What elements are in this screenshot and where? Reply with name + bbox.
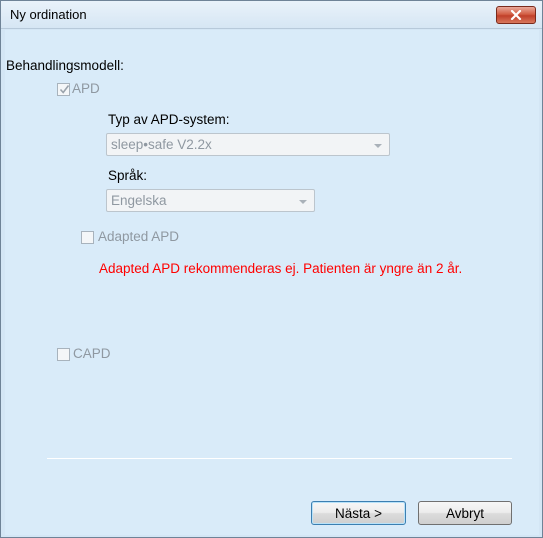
language-value: Engelska	[111, 193, 167, 208]
capd-checkbox[interactable]	[57, 348, 70, 361]
adapted-apd-checkbox[interactable]	[81, 231, 94, 244]
apd-system-label: Typ av APD-system:	[108, 112, 230, 127]
separator-line	[47, 458, 512, 459]
cancel-button[interactable]: Avbryt	[418, 501, 512, 525]
chevron-down-icon	[374, 144, 382, 148]
chevron-down-icon	[299, 200, 307, 204]
adapted-apd-label: Adapted APD	[98, 229, 180, 244]
model-label: Behandlingsmodell:	[6, 58, 124, 73]
window-title: Ny ordination	[10, 7, 87, 22]
apd-system-select[interactable]: sleep•safe V2.2x	[106, 133, 390, 156]
next-button[interactable]: Nästa >	[311, 501, 406, 525]
language-label: Språk:	[108, 168, 148, 183]
warning-message: Adapted APD rekommenderas ej. Patienten …	[99, 261, 463, 276]
capd-label: CAPD	[73, 346, 111, 361]
language-select[interactable]: Engelska	[106, 189, 315, 212]
apd-system-value: sleep•safe V2.2x	[111, 137, 212, 152]
close-button[interactable]	[496, 6, 536, 24]
checkmark-icon	[59, 85, 70, 94]
apd-checkbox[interactable]	[57, 83, 70, 96]
close-x-icon	[510, 10, 522, 20]
dialog-window: Ny ordination Behandlingsmodell: APD Typ…	[0, 0, 543, 538]
dialog-content: Behandlingsmodell: APD Typ av APD-system…	[5, 30, 539, 535]
title-bar[interactable]: Ny ordination	[1, 1, 542, 29]
apd-label: APD	[72, 81, 100, 96]
